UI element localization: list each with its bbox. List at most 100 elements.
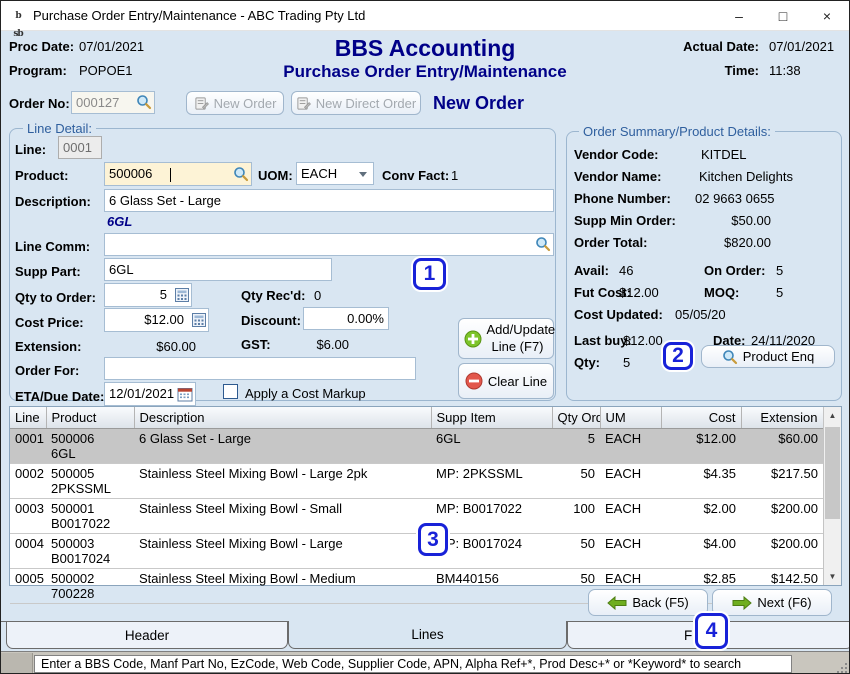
vendor-code-label: Vendor Code:: [574, 147, 659, 162]
tab-lines[interactable]: Lines: [288, 621, 567, 649]
conv-fact-label: Conv Fact:: [382, 168, 449, 183]
clear-line-button[interactable]: Clear Line: [458, 363, 554, 399]
calendar-icon[interactable]: [177, 386, 193, 402]
new-direct-order-button[interactable]: New Direct Order: [291, 91, 421, 115]
order-total-value: $820.00: [681, 235, 771, 250]
line-number-field: 0001: [58, 136, 102, 159]
table-header-row: Line Product Description Supp Item Qty O…: [10, 407, 823, 428]
status-bar: Enter a BBS Code, Manf Part No, EzCode, …: [1, 651, 849, 674]
text-caret: [170, 168, 171, 182]
column-header-cost: Cost: [661, 407, 741, 428]
plus-circle-icon: [464, 330, 482, 348]
minimize-button[interactable]: –: [717, 1, 761, 31]
app-icon: bsb: [9, 7, 27, 25]
line-detail-group-label: Line Detail:: [23, 121, 96, 136]
order-status-text: New Order: [433, 93, 524, 114]
new-order-button[interactable]: New Order: [186, 91, 284, 115]
cost-price-field[interactable]: $12.00: [104, 308, 209, 332]
column-header-extension: Extension: [741, 407, 823, 428]
time-label: Time:: [725, 63, 759, 78]
column-header-qty-ord: Qty Ord: [552, 407, 600, 428]
last-buy-value: $12.00: [623, 333, 663, 348]
maximize-button[interactable]: □: [761, 1, 805, 31]
order-for-field[interactable]: [104, 357, 416, 380]
qty-to-order-field[interactable]: 5: [104, 283, 192, 307]
order-summary-group-label: Order Summary/Product Details:: [579, 124, 775, 139]
last-buy-qty-label: Qty:: [574, 355, 600, 370]
eta-due-date-field[interactable]: 12/01/2021: [104, 382, 196, 406]
order-lines-table: Line Product Description Supp Item Qty O…: [9, 406, 842, 586]
discount-label: Discount:: [241, 313, 301, 328]
tab-header[interactable]: Header: [6, 621, 288, 649]
app-window: bsb Purchase Order Entry/Maintenance - A…: [0, 0, 850, 674]
product-field[interactable]: 500006: [104, 162, 252, 186]
phone-number-value: 02 9663 0655: [695, 191, 775, 206]
vendor-code-value: KITDEL: [701, 147, 747, 162]
scroll-up-icon[interactable]: ▲: [824, 407, 841, 424]
conv-fact-value: 1: [451, 168, 458, 183]
back-button[interactable]: Back (F5): [588, 589, 708, 616]
table-row[interactable]: 0003500001B0017022Stainless Steel Mixing…: [10, 498, 823, 533]
actual-date-value: 07/01/2021: [769, 39, 834, 54]
document-icon: [296, 96, 311, 111]
supp-part-label: Supp Part:: [15, 264, 81, 279]
eta-due-date-label: ETA/Due Date:: [15, 389, 104, 404]
scrollbar-thumb[interactable]: [825, 427, 840, 519]
table-row[interactable]: 0004500003B0017024Stainless Steel Mixing…: [10, 533, 823, 568]
supp-part-field[interactable]: 6GL: [104, 258, 332, 281]
table-scrollbar[interactable]: ▲ ▼: [823, 407, 841, 585]
lines-table-body: 00015000066GL6 Glass Set - Large6GL5EACH…: [10, 428, 823, 603]
window-title: Purchase Order Entry/Maintenance - ABC T…: [33, 8, 365, 23]
title-bar: bsb Purchase Order Entry/Maintenance - A…: [1, 1, 849, 31]
cost-updated-label: Cost Updated:: [574, 307, 663, 322]
search-icon[interactable]: [233, 166, 249, 182]
calculator-icon[interactable]: [192, 313, 206, 327]
annotation-4: 4: [695, 613, 728, 649]
resize-grip[interactable]: [834, 660, 847, 673]
description-label: Description:: [15, 194, 91, 209]
search-icon: [722, 349, 738, 365]
order-no-label: Order No:: [9, 96, 70, 111]
search-icon[interactable]: [535, 236, 551, 252]
time-value: 11:38: [769, 63, 801, 78]
description-field[interactable]: 6 Glass Set - Large: [104, 189, 554, 212]
extension-value: $60.00: [121, 339, 196, 354]
table-row[interactable]: 00015000066GL6 Glass Set - Large6GL5EACH…: [10, 428, 823, 463]
alt-product-code: 6GL: [107, 214, 132, 229]
line-comm-field[interactable]: [104, 233, 554, 256]
extension-label: Extension:: [15, 339, 81, 354]
moq-value: 5: [776, 285, 783, 300]
add-update-line-button[interactable]: Add/Update Line (F7): [458, 318, 554, 359]
calculator-icon[interactable]: [175, 288, 189, 302]
moq-label: MOQ:: [704, 285, 739, 300]
column-header-description: Description: [134, 407, 431, 428]
product-enq-button[interactable]: Product Enq: [701, 345, 835, 368]
scroll-down-icon[interactable]: ▼: [824, 568, 841, 585]
cost-markup-label: Apply a Cost Markup: [245, 386, 366, 401]
uom-label: UOM:: [258, 168, 293, 183]
vendor-name-value: Kitchen Delights: [699, 169, 793, 184]
cost-markup-checkbox[interactable]: [223, 384, 238, 399]
order-total-label: Order Total:: [574, 235, 647, 250]
minus-circle-icon: [465, 372, 483, 390]
column-header-supp-item: Supp Item: [431, 407, 552, 428]
uom-select[interactable]: EACH: [296, 162, 374, 185]
line-comm-label: Line Comm:: [15, 239, 90, 254]
document-icon: [194, 96, 209, 111]
line-label: Line:: [15, 142, 46, 157]
column-header-um: UM: [600, 407, 661, 428]
search-icon[interactable]: [136, 94, 152, 110]
order-no-field[interactable]: 000127: [71, 91, 155, 114]
close-button[interactable]: ×: [805, 1, 849, 31]
cost-updated-value: 05/05/20: [675, 307, 726, 322]
qty-recd-label: Qty Rec'd:: [241, 288, 306, 303]
table-row[interactable]: 00025000052PKSSMLStainless Steel Mixing …: [10, 463, 823, 498]
on-order-value: 5: [776, 263, 783, 278]
avail-label: Avail:: [574, 263, 609, 278]
gst-value: $6.00: [301, 337, 349, 352]
gst-label: GST:: [241, 337, 271, 352]
next-button[interactable]: Next (F6): [712, 589, 832, 616]
arrow-right-icon: [732, 596, 752, 610]
vendor-name-label: Vendor Name:: [574, 169, 661, 184]
discount-field[interactable]: 0.00%: [303, 307, 389, 330]
